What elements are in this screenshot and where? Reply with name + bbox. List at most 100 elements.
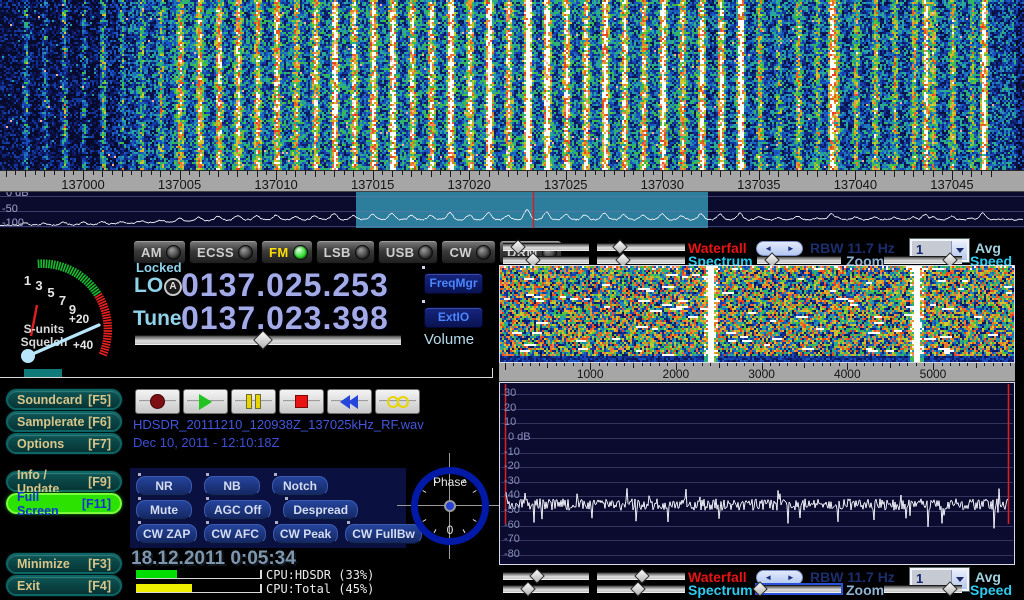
- stop-button[interactable]: [279, 389, 324, 414]
- info-update-button[interactable]: Info / Update[F9]: [8, 473, 120, 490]
- side-button-key: [F9]: [88, 475, 111, 489]
- bottom-zoom-slider[interactable]: [757, 585, 841, 593]
- top-waterfall-scroll-spinner[interactable]: ◄►: [756, 241, 803, 256]
- audio-frequency-tick-label: 4000: [834, 367, 861, 381]
- main-spectrum-display[interactable]: 0 dB-50-100: [0, 192, 1024, 228]
- slider-thumb[interactable]: [520, 581, 536, 597]
- db-axis-label: 30: [504, 387, 516, 399]
- zoomed-waterfall-frame: [499, 265, 1015, 363]
- samplerate-button[interactable]: Samplerate [F6]: [8, 413, 120, 430]
- record-button[interactable]: [135, 389, 180, 414]
- main-frequency-scale[interactable]: 1370001370051370101370151370201370251370…: [0, 170, 1024, 192]
- phase-value: 0: [405, 523, 495, 537]
- top-spectrum-contrast-slider[interactable]: [597, 256, 685, 264]
- stop-icon: [295, 395, 308, 408]
- side-button-key: [F6]: [88, 415, 111, 429]
- cw-afc-button[interactable]: CW AFC: [204, 524, 266, 544]
- side-button-label: Exit: [17, 579, 40, 593]
- panel-divider: [0, 377, 493, 378]
- side-button-key: [F11]: [82, 497, 111, 511]
- slider-thumb[interactable]: [631, 581, 647, 597]
- hdsdr-window: 1370001370051370101370151370201370251370…: [0, 0, 1024, 600]
- right-controls-bottom: Waterfall◄►RBW 11.7 Hz1AvgSpectrumZoomSp…: [0, 568, 1024, 596]
- right-arrow-icon[interactable]: ►: [787, 574, 795, 582]
- db-axis-label: -70: [504, 533, 520, 545]
- s-meter-label: +20: [69, 312, 90, 326]
- extio-button[interactable]: ExtIO: [424, 307, 483, 328]
- bottom-spectrum-brightness-slider[interactable]: [503, 585, 589, 593]
- nr-button[interactable]: NR: [136, 476, 192, 496]
- nb-button[interactable]: NB: [204, 476, 260, 496]
- bottom-waterfall-brightness-slider[interactable]: [503, 572, 589, 580]
- tune-label: Tune: [133, 307, 182, 331]
- db-axis-label: -30: [504, 475, 520, 487]
- top-spectrum-brightness-slider[interactable]: [503, 256, 589, 264]
- zoomed-waterfall-display[interactable]: [500, 266, 1014, 362]
- audio-frequency-scale[interactable]: 10002000300040005000: [499, 363, 1015, 382]
- audio-spectrum-display[interactable]: [500, 383, 1014, 564]
- main-spectrum-canvas: [0, 192, 1024, 228]
- exit-button[interactable]: Exit[F4]: [8, 577, 120, 594]
- phase-dot: [444, 500, 456, 512]
- side-button-key: [F7]: [88, 437, 111, 451]
- db-axis-label: -40: [504, 489, 520, 501]
- options-button[interactable]: Options [F7]: [8, 435, 120, 452]
- db-axis-label: 0 dB: [508, 431, 531, 443]
- frequency-tick-label: 137030: [641, 177, 684, 192]
- cw-zap-button[interactable]: CW ZAP: [136, 524, 197, 544]
- frequency-tick-label: 137015: [351, 177, 394, 192]
- slider-thumb[interactable]: [530, 568, 546, 584]
- bottom-waterfall-contrast-slider[interactable]: [597, 572, 685, 580]
- side-button-key: [F3]: [88, 557, 111, 571]
- notch-button[interactable]: Notch: [272, 476, 328, 496]
- pause-icon: [246, 394, 261, 409]
- top-waterfall-contrast-slider[interactable]: [597, 243, 685, 251]
- tune-frequency-display[interactable]: 0137.023.398: [181, 300, 389, 337]
- left-arrow-icon[interactable]: ◄: [764, 574, 772, 582]
- mute-button[interactable]: Mute: [136, 500, 192, 520]
- audio-spectrum-frame: 3020100 dB-10-20-30-40-50-60-70-80: [499, 382, 1015, 565]
- db-axis-label: 10: [504, 416, 516, 428]
- full-screen-button[interactable]: Full Screen[F11]: [8, 495, 120, 512]
- dsp-panel: NR NB Notch Mute AGC Off Despread CW ZAP CW AFC…: [130, 468, 406, 548]
- despread-button[interactable]: Despread: [283, 500, 358, 520]
- volume-slider[interactable]: [135, 335, 401, 345]
- slider-thumb[interactable]: [510, 239, 526, 255]
- lo-auto-badge[interactable]: A: [164, 278, 182, 296]
- frequency-tick-label: 137000: [61, 177, 104, 192]
- s-units-label: S-units: [24, 322, 65, 336]
- agc-off-button[interactable]: AGC Off: [204, 500, 271, 520]
- audio-frequency-tick-label: 2000: [663, 367, 690, 381]
- lo-frequency-display[interactable]: 0137.025.253: [181, 267, 389, 304]
- db-axis-label: 0 dB: [6, 192, 29, 199]
- top-speed-slider[interactable]: [884, 256, 962, 264]
- pause-icon-part: [255, 394, 261, 409]
- side-button-label: Samplerate: [17, 415, 84, 429]
- zoom-label: Zoom: [846, 582, 884, 598]
- loop-button[interactable]: [375, 389, 420, 414]
- db-axis-label: -50: [504, 504, 520, 516]
- db-axis-label: 20: [504, 402, 516, 414]
- bottom-waterfall-scroll-spinner[interactable]: ◄►: [756, 570, 803, 585]
- main-waterfall-display[interactable]: [0, 0, 1024, 170]
- s-meter-label: 3: [35, 278, 42, 293]
- pause-button[interactable]: [231, 389, 276, 414]
- s-meter-label: +40: [73, 338, 94, 352]
- bottom-speed-slider[interactable]: [884, 585, 962, 593]
- frequency-tick-label: 137010: [254, 177, 297, 192]
- db-axis-label: -20: [504, 460, 520, 472]
- top-zoom-slider[interactable]: [757, 256, 841, 264]
- bottom-spectrum-contrast-slider[interactable]: [597, 585, 685, 593]
- freqmgr-button[interactable]: FreqMgr: [424, 273, 483, 294]
- dsp-row: Mute AGC Off Despread: [136, 500, 370, 520]
- rewind-button[interactable]: [327, 389, 372, 414]
- cw-peak-button[interactable]: CW Peak: [273, 524, 338, 544]
- slider-thumb[interactable]: [612, 239, 628, 255]
- side-button-label: Options: [17, 437, 64, 451]
- right-arrow-icon[interactable]: ►: [787, 245, 795, 253]
- top-waterfall-brightness-slider[interactable]: [503, 243, 589, 251]
- frequency-tick-label: 137035: [737, 177, 780, 192]
- minimize-button[interactable]: Minimize[F3]: [8, 555, 120, 572]
- soundcard-button[interactable]: Soundcard[F5]: [8, 391, 120, 408]
- play-button[interactable]: [183, 389, 228, 414]
